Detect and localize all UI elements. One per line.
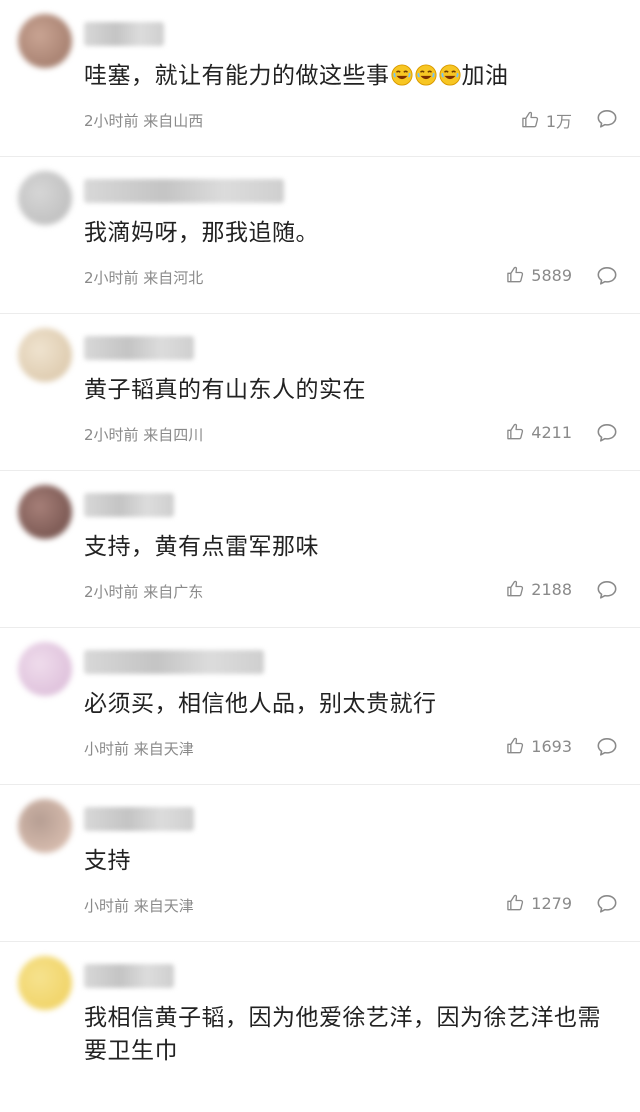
avatar[interactable]	[18, 171, 72, 225]
username-blurred[interactable]	[84, 493, 174, 517]
thumbs-up-icon	[505, 422, 525, 442]
like-count: 5889	[531, 265, 572, 285]
comment-list: 哇塞，就让有能力的做这些事 加油 2小时前 来自山西 1万我滴妈呀，那我追随。 2小时前…	[0, 0, 640, 1112]
like-button[interactable]: 1万	[520, 108, 572, 132]
like-count: 4211	[531, 422, 572, 442]
like-count: 1693	[531, 736, 572, 756]
comment-text: 黄子韬真的有山东人的实在	[84, 377, 366, 403]
comment-meta: 小时前 来自天津	[84, 740, 194, 758]
comment-text-part: 加油	[461, 63, 509, 89]
comment-meta: 2小时前 来自广东	[84, 583, 204, 601]
thumbs-up-icon	[505, 893, 525, 913]
thumbs-up-icon	[505, 265, 525, 285]
comment-text: 我相信黄子韬，因为他爱徐艺洋，因为徐艺洋也需要卫生巾	[84, 1005, 601, 1064]
reply-bubble-icon[interactable]	[596, 894, 618, 914]
thumbs-up-icon	[505, 736, 525, 756]
username-blurred[interactable]	[84, 179, 284, 203]
reply-bubble-icon[interactable]	[596, 266, 618, 286]
thumbs-up-icon	[520, 110, 540, 130]
comment-meta: 2小时前 来自四川	[84, 426, 204, 444]
avatar[interactable]	[18, 485, 72, 539]
comment-item: 支持小时前 来自天津 1279	[0, 785, 640, 942]
avatar[interactable]	[18, 14, 72, 68]
username-blurred[interactable]	[84, 336, 194, 360]
like-count: 2188	[531, 579, 572, 599]
comment-text: 支持，黄有点雷军那味	[84, 534, 319, 560]
reply-bubble-icon[interactable]	[596, 580, 618, 600]
username-blurred[interactable]	[84, 22, 164, 46]
comment-item: 支持，黄有点雷军那味 2小时前 来自广东 2188	[0, 471, 640, 628]
username-blurred[interactable]	[84, 807, 194, 831]
reply-bubble-icon[interactable]	[596, 423, 618, 443]
like-count: 1279	[531, 893, 572, 913]
comment-item: 哇塞，就让有能力的做这些事 加油 2小时前 来自山西 1万	[0, 0, 640, 157]
reply-bubble-icon[interactable]	[596, 737, 618, 757]
comment-item: 黄子韬真的有山东人的实在 2小时前 来自四川 4211	[0, 314, 640, 471]
comment-meta: 小时前 来自天津	[84, 897, 194, 915]
comment-text: 支持	[84, 848, 131, 874]
comment-text: 哇塞，就让有能力的做这些事 加油	[84, 60, 622, 93]
like-count: 1万	[545, 112, 572, 131]
avatar[interactable]	[18, 956, 72, 1010]
like-button[interactable]: 4211	[505, 422, 572, 442]
thumbs-up-icon	[505, 579, 525, 599]
comment-text-part: 哇塞，就让有能力的做这些事	[84, 63, 390, 89]
username-blurred[interactable]	[84, 964, 174, 988]
reply-bubble-icon[interactable]	[596, 109, 618, 129]
avatar[interactable]	[18, 642, 72, 696]
comment-item: 我滴妈呀，那我追随。 2小时前 来自河北 5889	[0, 157, 640, 314]
comment-item: 必须买，相信他人品，别太贵就行小时前 来自天津 1693	[0, 628, 640, 785]
laugh-cry-emoji-icon	[390, 63, 462, 89]
avatar[interactable]	[18, 328, 72, 382]
comment-meta: 2小时前 来自山西	[84, 112, 204, 130]
comment-meta: 2小时前 来自河北	[84, 269, 204, 287]
avatar[interactable]	[18, 799, 72, 853]
like-button[interactable]: 2188	[505, 579, 572, 599]
like-button[interactable]: 1693	[505, 736, 572, 756]
comment-text: 必须买，相信他人品，别太贵就行	[84, 691, 437, 717]
like-button[interactable]: 1279	[505, 893, 572, 913]
comment-text: 我滴妈呀，那我追随。	[84, 220, 319, 246]
username-blurred[interactable]	[84, 650, 264, 674]
like-button[interactable]: 5889	[505, 265, 572, 285]
